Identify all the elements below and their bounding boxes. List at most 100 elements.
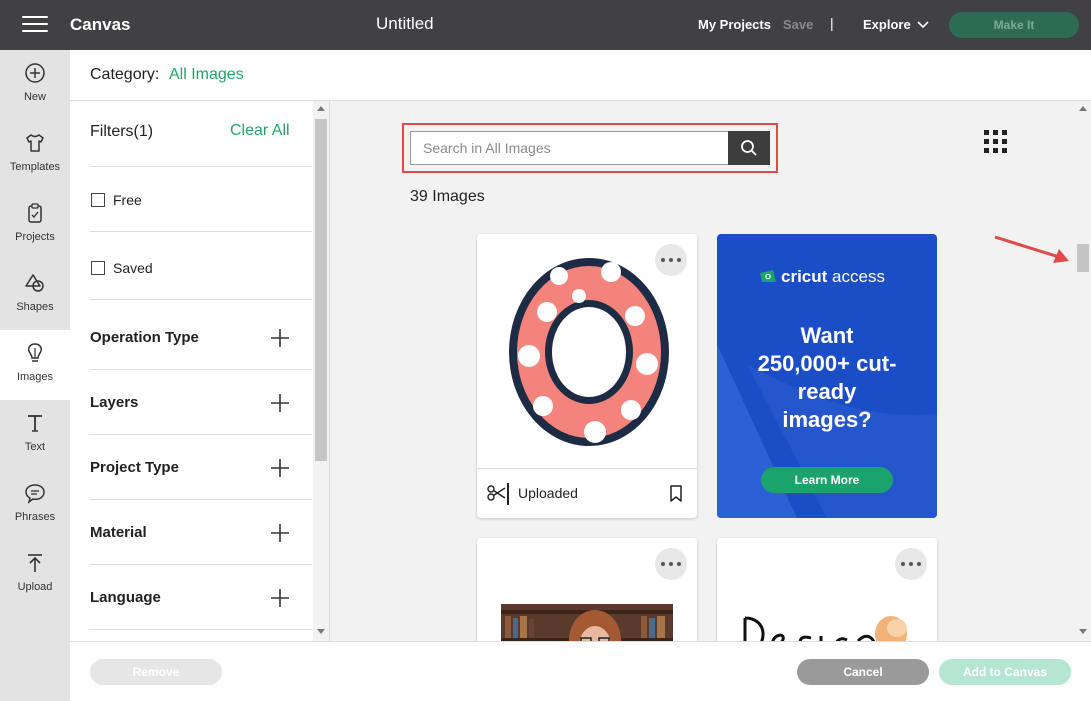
section-label: Layers bbox=[90, 394, 139, 411]
save-link[interactable]: Save bbox=[783, 17, 813, 32]
results-count: 39 Images bbox=[410, 188, 485, 205]
scroll-down-arrow-icon[interactable] bbox=[1079, 629, 1087, 634]
design-lettering-image bbox=[743, 616, 907, 641]
results-scrollbar-thumb[interactable] bbox=[1077, 244, 1089, 272]
ad-headline-text: Want 250,000+ cut-ready images? bbox=[757, 323, 897, 432]
shapes-icon bbox=[25, 274, 44, 292]
category-label: Category: bbox=[90, 66, 160, 83]
document-title[interactable]: Untitled bbox=[376, 14, 434, 34]
hamburger-menu-icon[interactable] bbox=[22, 16, 48, 34]
card-footer: Uploaded bbox=[477, 468, 697, 518]
learn-more-button[interactable]: Learn More bbox=[761, 467, 893, 493]
filters-panel: Filters(1) Clear All Free Saved Operatio… bbox=[70, 101, 330, 641]
upload-icon bbox=[28, 554, 42, 572]
tshirt-icon bbox=[26, 134, 44, 152]
filter-saved[interactable]: Saved bbox=[90, 235, 312, 300]
top-bar: Canvas Untitled My Projects Save | Explo… bbox=[0, 0, 1091, 50]
rail-label-templates: Templates bbox=[9, 161, 61, 173]
plus-icon[interactable] bbox=[270, 328, 290, 348]
section-label: Language bbox=[90, 589, 161, 606]
more-options-button[interactable] bbox=[655, 548, 687, 580]
image-card[interactable]: Uploaded bbox=[477, 234, 697, 518]
annotation-arrow-icon bbox=[994, 235, 1069, 263]
scroll-up-arrow-icon[interactable] bbox=[1079, 106, 1087, 111]
scissors-icon bbox=[487, 485, 506, 501]
cancel-button[interactable]: Cancel bbox=[797, 659, 929, 685]
rail-item-text[interactable]: Text bbox=[0, 400, 70, 470]
bookmark-icon[interactable] bbox=[669, 485, 683, 502]
rail-item-shapes[interactable]: Shapes bbox=[0, 260, 70, 330]
add-to-canvas-button[interactable]: Add to Canvas bbox=[939, 659, 1071, 685]
plus-icon[interactable] bbox=[270, 523, 290, 543]
rail-label-new: New bbox=[23, 91, 46, 103]
rail-item-projects[interactable]: Projects bbox=[0, 190, 70, 260]
rail-item-upload[interactable]: Upload bbox=[0, 540, 70, 610]
more-options-button[interactable] bbox=[895, 548, 927, 580]
bookshelf-photo-image bbox=[501, 604, 673, 641]
plus-icon[interactable] bbox=[270, 393, 290, 413]
free-checkbox[interactable] bbox=[91, 193, 105, 207]
rail-label-projects: Projects bbox=[15, 231, 55, 243]
ad-brand-light: access bbox=[832, 267, 885, 286]
filter-section-language[interactable]: Language bbox=[90, 565, 312, 630]
chevron-down-icon[interactable] bbox=[916, 17, 930, 31]
plus-icon[interactable] bbox=[270, 458, 290, 478]
saved-label: Saved bbox=[113, 260, 153, 276]
search-input[interactable] bbox=[410, 131, 730, 165]
cricut-logo-icon bbox=[760, 270, 776, 282]
plus-icon[interactable] bbox=[270, 588, 290, 608]
plus-circle-icon bbox=[25, 63, 45, 83]
lightbulb-icon bbox=[28, 343, 42, 362]
category-bar: Category: All Images bbox=[70, 50, 1091, 101]
rail-label-upload: Upload bbox=[17, 581, 53, 593]
rail-label-images: Images bbox=[16, 371, 54, 383]
image-card[interactable] bbox=[717, 538, 937, 641]
my-projects-link[interactable]: My Projects bbox=[698, 17, 771, 32]
rail-item-phrases[interactable]: Phrases bbox=[0, 470, 70, 540]
rail-label-text: Text bbox=[24, 441, 46, 453]
section-label: Operation Type bbox=[90, 329, 199, 346]
rail-item-images[interactable]: Images bbox=[0, 330, 70, 400]
saved-checkbox[interactable] bbox=[91, 261, 105, 275]
free-label: Free bbox=[113, 192, 142, 208]
app-title: Canvas bbox=[70, 15, 131, 34]
image-source-label: Uploaded bbox=[518, 485, 578, 501]
divider bbox=[507, 483, 509, 505]
make-it-button[interactable]: Make It bbox=[949, 12, 1079, 38]
more-options-button[interactable] bbox=[655, 244, 687, 276]
ad-brand: cricut access bbox=[781, 267, 885, 287]
rail-item-templates[interactable]: Templates bbox=[0, 120, 70, 190]
category-value[interactable]: All Images bbox=[169, 66, 244, 84]
scroll-up-arrow-icon[interactable] bbox=[317, 106, 325, 111]
image-card[interactable] bbox=[477, 538, 697, 641]
filters-title: Filters(1) bbox=[90, 123, 154, 140]
section-label: Material bbox=[90, 524, 147, 541]
filters-scrollbar-thumb[interactable] bbox=[315, 119, 327, 461]
cricut-access-ad[interactable]: cricut access Want 250,000+ cut-ready im… bbox=[717, 234, 937, 518]
results-scrollbar[interactable] bbox=[1075, 101, 1091, 641]
scroll-down-arrow-icon[interactable] bbox=[317, 629, 325, 634]
filter-section-material[interactable]: Material bbox=[90, 500, 312, 565]
polka-dot-letter-o-image bbox=[509, 258, 669, 446]
filter-section-operation-type[interactable]: Operation Type bbox=[90, 305, 312, 370]
search-button[interactable] bbox=[728, 131, 770, 165]
ad-brand-bold: cricut bbox=[781, 267, 828, 286]
rail-item-new[interactable]: New bbox=[0, 50, 70, 120]
rail-label-shapes: Shapes bbox=[16, 301, 54, 313]
filter-section-layers[interactable]: Layers bbox=[90, 370, 312, 435]
clipboard-icon bbox=[28, 203, 42, 223]
filter-section-project-type[interactable]: Project Type bbox=[90, 435, 312, 500]
remove-button[interactable]: Remove bbox=[90, 659, 222, 685]
clear-all-link[interactable]: Clear All bbox=[230, 122, 290, 140]
text-icon bbox=[28, 415, 42, 432]
explore-menu[interactable]: Explore bbox=[863, 17, 911, 32]
search-icon bbox=[741, 140, 757, 156]
ad-headline: Want 250,000+ cut-ready images? bbox=[717, 322, 937, 434]
rail-label-phrases: Phrases bbox=[14, 511, 56, 523]
speech-bubble-icon bbox=[25, 484, 45, 504]
bottom-action-bar: Remove Cancel Add to Canvas bbox=[70, 641, 1091, 701]
filter-free[interactable]: Free bbox=[90, 167, 312, 232]
images-browser: 39 Images Uploaded bbox=[330, 101, 1091, 641]
left-rail: New Templates Projects Shapes Images Tex… bbox=[0, 50, 70, 701]
grid-view-icon[interactable] bbox=[983, 129, 1009, 155]
